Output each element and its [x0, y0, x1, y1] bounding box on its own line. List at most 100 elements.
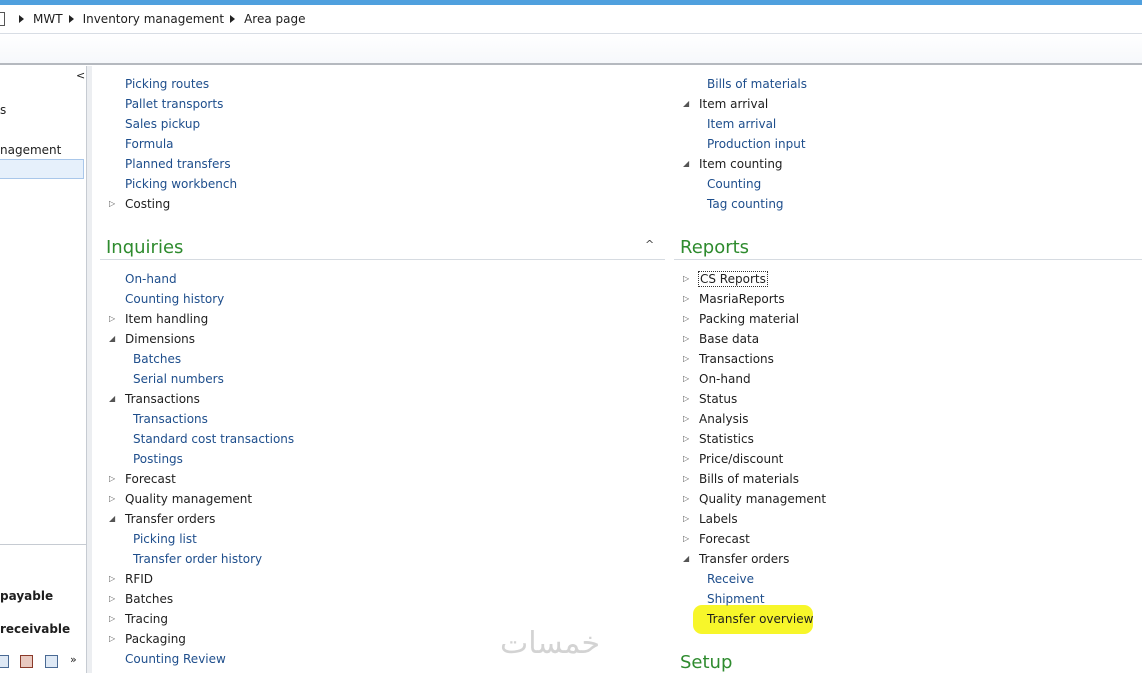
folder-transactions[interactable]: Transactions	[699, 352, 774, 366]
folder-transfer-orders[interactable]: Transfer orders	[699, 552, 789, 566]
link-on-hand[interactable]: On-hand	[125, 272, 177, 286]
more-modules-icon[interactable]: »	[70, 653, 77, 666]
folder-forecast[interactable]: Forecast	[699, 532, 750, 546]
expand-triangle-icon[interactable]: ▷	[683, 352, 689, 366]
pane-splitter[interactable]	[87, 66, 92, 673]
expand-triangle-icon[interactable]: ▷	[683, 412, 689, 426]
breadcrumb-arrow-icon[interactable]	[19, 15, 24, 23]
module-icon[interactable]	[45, 655, 58, 668]
expand-triangle-icon[interactable]: ▷	[683, 512, 689, 526]
expand-triangle-icon[interactable]: ▷	[683, 472, 689, 486]
link-counting-history[interactable]: Counting history	[125, 292, 224, 306]
expand-triangle-icon[interactable]: ▷	[109, 197, 115, 211]
link-counting-review[interactable]: Counting Review	[125, 652, 226, 666]
link-serial-numbers[interactable]: Serial numbers	[133, 372, 224, 386]
folder-price-discount[interactable]: Price/discount	[699, 452, 783, 466]
link-tag-counting[interactable]: Tag counting	[707, 197, 784, 211]
breadcrumb-inventory-management[interactable]: Inventory management	[83, 12, 225, 26]
module-accounts-receivable[interactable]: receivable	[0, 622, 70, 636]
expand-triangle-icon[interactable]: ▷	[109, 592, 115, 606]
expand-triangle-icon[interactable]: ▷	[683, 532, 689, 546]
expand-triangle-icon[interactable]: ▷	[109, 612, 115, 626]
link-formula[interactable]: Formula	[125, 137, 174, 151]
link-planned-transfers[interactable]: Planned transfers	[125, 157, 231, 171]
folder-base-data[interactable]: Base data	[699, 332, 759, 346]
folder-packaging[interactable]: Packaging	[125, 632, 186, 646]
folder-packing-material[interactable]: Packing material	[699, 312, 799, 326]
expand-triangle-icon[interactable]: ▷	[683, 312, 689, 326]
collapse-nav-icon[interactable]: <	[76, 69, 85, 82]
expand-triangle-icon[interactable]: ▷	[683, 272, 689, 286]
nav-item-fragment[interactable]: s	[0, 103, 6, 117]
link-transfer-overview[interactable]: Transfer overview	[707, 612, 813, 626]
link-receive[interactable]: Receive	[707, 572, 754, 586]
link-sales-pickup[interactable]: Sales pickup	[125, 117, 200, 131]
folder-item-arrival[interactable]: Item arrival	[699, 97, 768, 111]
folder-cs-reports[interactable]: CS Reports	[698, 271, 768, 287]
toolbar-strip	[0, 34, 1142, 65]
folder-quality-management[interactable]: Quality management	[699, 492, 826, 506]
expand-triangle-icon[interactable]: ▷	[683, 372, 689, 386]
link-picking-list[interactable]: Picking list	[133, 532, 197, 546]
folder-on-hand[interactable]: On-hand	[699, 372, 751, 386]
breadcrumb-mwt[interactable]: MWT	[33, 12, 63, 26]
link-production-input[interactable]: Production input	[707, 137, 806, 151]
nav-selected-item[interactable]	[0, 159, 84, 179]
link-counting[interactable]: Counting	[707, 177, 761, 191]
expand-triangle-icon[interactable]: ▷	[683, 392, 689, 406]
folder-masriareports[interactable]: MasriaReports	[699, 292, 785, 306]
collapse-triangle-icon[interactable]: ◢	[683, 97, 689, 111]
folder-transactions[interactable]: Transactions	[125, 392, 200, 406]
folder-dimensions[interactable]: Dimensions	[125, 332, 195, 346]
link-picking-workbench[interactable]: Picking workbench	[125, 177, 237, 191]
breadcrumb-arrow-icon[interactable]	[230, 15, 236, 23]
folder-rfid[interactable]: RFID	[125, 572, 153, 586]
link-postings[interactable]: Postings	[133, 452, 183, 466]
folder-analysis[interactable]: Analysis	[699, 412, 748, 426]
expand-triangle-icon[interactable]: ▷	[109, 572, 115, 586]
link-item-arrival[interactable]: Item arrival	[707, 117, 776, 131]
expand-triangle-icon[interactable]: ▷	[109, 312, 115, 326]
folder-status[interactable]: Status	[699, 392, 737, 406]
expand-triangle-icon[interactable]: ▷	[109, 632, 115, 646]
folder-item-handling[interactable]: Item handling	[125, 312, 208, 326]
module-accounts-payable[interactable]: payable	[0, 589, 53, 603]
link-standard-cost-transactions[interactable]: Standard cost transactions	[133, 432, 294, 446]
folder-quality-management[interactable]: Quality management	[125, 492, 252, 506]
folder-item-counting[interactable]: Item counting	[699, 157, 783, 171]
link-batches[interactable]: Batches	[133, 352, 181, 366]
module-icon[interactable]	[0, 655, 9, 668]
expand-triangle-icon[interactable]: ▷	[683, 492, 689, 506]
collapse-triangle-icon[interactable]: ◢	[109, 512, 115, 526]
breadcrumb-arrow-icon[interactable]	[68, 15, 74, 23]
link-transfer-order-history[interactable]: Transfer order history	[133, 552, 262, 566]
expand-triangle-icon[interactable]: ▷	[683, 292, 689, 306]
collapse-section-icon[interactable]: ^	[645, 238, 654, 251]
folder-transfer-orders[interactable]: Transfer orders	[125, 512, 215, 526]
link-bills-of-materials[interactable]: Bills of materials	[707, 77, 807, 91]
expand-triangle-icon[interactable]: ▷	[109, 492, 115, 506]
link-transactions[interactable]: Transactions	[133, 412, 208, 426]
folder-batches[interactable]: Batches	[125, 592, 173, 606]
nav-item-inventory-management[interactable]: nagement	[0, 143, 61, 157]
expand-triangle-icon[interactable]: ▷	[683, 332, 689, 346]
expand-triangle-icon[interactable]: ▷	[683, 452, 689, 466]
breadcrumb-area-page[interactable]: Area page	[244, 12, 305, 26]
collapse-triangle-icon[interactable]: ◢	[109, 392, 115, 406]
address-bar[interactable]: MWT Inventory management Area page	[0, 5, 1142, 34]
folder-bills-of-materials[interactable]: Bills of materials	[699, 472, 799, 486]
link-shipment[interactable]: Shipment	[707, 592, 765, 606]
expand-triangle-icon[interactable]: ▷	[109, 472, 115, 486]
module-icon[interactable]	[20, 655, 33, 668]
link-pallet-transports[interactable]: Pallet transports	[125, 97, 223, 111]
folder-labels[interactable]: Labels	[699, 512, 738, 526]
link-picking-routes[interactable]: Picking routes	[125, 77, 209, 91]
folder-forecast[interactable]: Forecast	[125, 472, 176, 486]
folder-statistics[interactable]: Statistics	[699, 432, 754, 446]
collapse-triangle-icon[interactable]: ◢	[109, 332, 115, 346]
collapse-triangle-icon[interactable]: ◢	[683, 552, 689, 566]
expand-triangle-icon[interactable]: ▷	[683, 432, 689, 446]
folder-costing[interactable]: Costing	[125, 197, 170, 211]
folder-tracing[interactable]: Tracing	[125, 612, 168, 626]
collapse-triangle-icon[interactable]: ◢	[683, 157, 689, 171]
